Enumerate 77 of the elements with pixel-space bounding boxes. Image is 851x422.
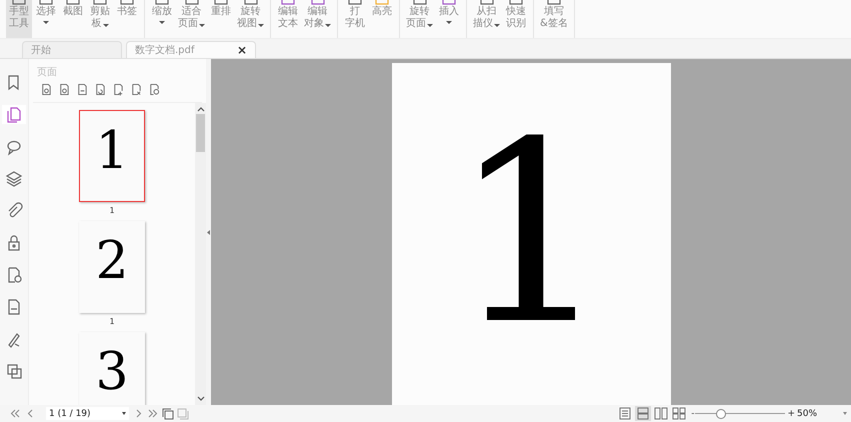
tool-icon — [92, 0, 108, 6]
toolbar-button[interactable]: 填写 &签名 — [538, 0, 570, 38]
tool-icon — [242, 0, 258, 6]
tool-icon — [508, 0, 524, 6]
scroll-down-icon[interactable] — [196, 396, 204, 402]
tool-icon — [65, 0, 81, 6]
toolbar-button[interactable]: 旋转 页面 — [404, 0, 435, 38]
toolbar-button[interactable]: 快速 识别 — [503, 0, 529, 38]
tool-icon — [412, 0, 428, 6]
view-mode-button[interactable] — [671, 406, 688, 421]
view-mode-button[interactable] — [617, 406, 634, 421]
tool-icon — [374, 0, 390, 6]
toolbar-button[interactable]: 缩放 — [149, 0, 175, 38]
toolbar-button[interactable]: 从扫 描仪 — [471, 0, 502, 38]
scrollbar-thumb[interactable] — [196, 114, 205, 152]
zoom-field[interactable]: 50% — [797, 408, 851, 418]
toolbar-button[interactable]: 高亮 — [369, 0, 395, 38]
page-tool-icon[interactable] — [148, 83, 160, 96]
toolbar-button[interactable]: 选择 — [33, 0, 59, 38]
page-thumbnail[interactable]: 3 — [79, 332, 145, 405]
toolbar-button[interactable]: 适合 页面 — [176, 0, 207, 38]
tool-icon — [441, 0, 457, 6]
page-content: 1 — [451, 109, 611, 359]
caret-icon — [122, 412, 126, 415]
toolbar-button[interactable]: 截图 — [60, 0, 86, 38]
view-mode-button[interactable] — [635, 406, 652, 421]
tool-icon — [11, 0, 27, 6]
document-tab[interactable]: 开始 — [22, 41, 122, 58]
toolbar-button[interactable]: 编辑 文本 — [275, 0, 301, 38]
scrollbar[interactable] — [195, 103, 206, 405]
zoom-in-button[interactable]: + — [787, 406, 795, 421]
page-number: 2 — [95, 230, 129, 293]
previous-view-button[interactable] — [162, 406, 174, 421]
toolbar-button[interactable]: 插入 — [436, 0, 462, 38]
tool-icon — [546, 0, 562, 6]
double-chevron-left-icon — [10, 409, 20, 418]
tool-icon — [38, 0, 54, 6]
page-thumbnail[interactable]: 1 — [79, 110, 145, 202]
page-number: 1 — [95, 120, 129, 183]
thumbnail-label: 1 — [109, 317, 115, 326]
page-tool-icon[interactable] — [76, 83, 88, 96]
chevron-right-icon — [134, 409, 144, 418]
tool-icon — [347, 0, 363, 6]
thumbnail-label: 1 — [109, 206, 115, 215]
tool-icon — [154, 0, 170, 6]
sidebar-tab[interactable] — [2, 105, 26, 124]
toolbar-button[interactable]: 编辑 对象 — [302, 0, 333, 38]
page-tool-icon[interactable] — [58, 83, 70, 96]
page-tool-icon[interactable] — [130, 83, 142, 96]
toolbar-button[interactable]: 打 字机 — [342, 0, 368, 38]
toolbar-button[interactable]: 剪贴 板 — [87, 0, 113, 38]
page-tool-icon[interactable] — [112, 83, 124, 96]
page-thumbnail[interactable]: 2 — [79, 221, 145, 313]
toolbar-button[interactable]: 手型 工具 — [6, 0, 32, 38]
toolbar-button[interactable]: 旋转 视图 — [235, 0, 266, 38]
document-tab[interactable]: 数字文档.pdf × — [126, 41, 256, 58]
toolbar-button[interactable]: 重排 — [208, 0, 234, 38]
page-tool-icon[interactable] — [94, 83, 106, 96]
page-field[interactable]: 1 (1 / 19) — [46, 407, 129, 420]
tool-icon — [213, 0, 229, 6]
scroll-up-icon[interactable] — [196, 106, 204, 112]
close-button[interactable]: × — [224, 43, 247, 57]
tool-icon — [478, 0, 494, 6]
page-number: 3 — [95, 341, 129, 404]
toolbar-button[interactable]: 书签 — [114, 0, 140, 38]
slider-thumb[interactable] — [716, 409, 726, 419]
page-tool-icon[interactable] — [40, 83, 52, 96]
tool-icon — [310, 0, 326, 6]
panel-title: 页面 — [36, 66, 58, 79]
tool-icon — [280, 0, 296, 6]
zoom-out-button[interactable]: - — [691, 406, 694, 421]
tool-icon — [184, 0, 200, 6]
double-chevron-right-icon — [148, 409, 158, 418]
tool-icon — [119, 0, 135, 6]
caret-icon — [843, 412, 847, 415]
zoom-slider[interactable] — [695, 409, 786, 418]
view-mode-button[interactable] — [653, 406, 670, 421]
